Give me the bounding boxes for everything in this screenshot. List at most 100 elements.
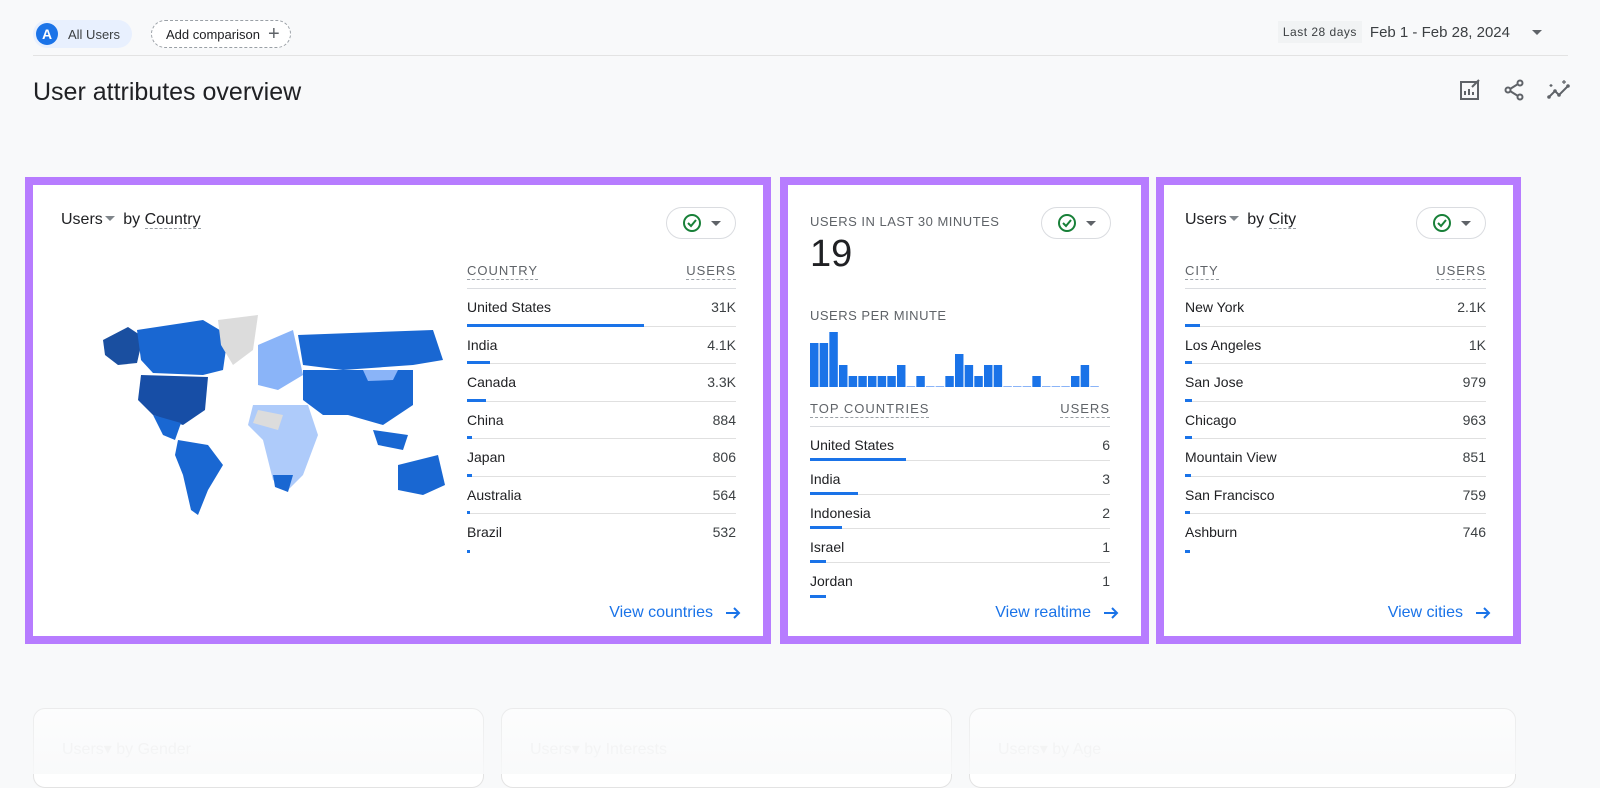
table-row[interactable]: Australia 564 (467, 477, 736, 514)
row-name: Ashburn (1185, 524, 1238, 540)
customize-report-icon[interactable] (1458, 78, 1482, 102)
chart-bar[interactable] (964, 365, 974, 387)
view-countries-label: View countries (609, 604, 713, 621)
row-name: Jordan (810, 573, 853, 589)
table-row[interactable]: United States 31K (467, 289, 736, 327)
chart-bar-empty[interactable] (1003, 386, 1012, 387)
chart-bar[interactable] (858, 376, 867, 387)
world-map[interactable] (93, 315, 463, 525)
map-region-russia (298, 330, 443, 370)
data-quality-button[interactable] (1416, 207, 1486, 239)
chart-bar-empty[interactable] (1051, 386, 1061, 387)
column-header-top-countries[interactable]: TOP COUNTRIES (810, 401, 930, 418)
row-value: 851 (1462, 449, 1486, 465)
metric-selector[interactable]: Users (61, 211, 103, 228)
row-name: United States (467, 299, 552, 315)
table-row[interactable]: Jordan 1 (810, 563, 1110, 598)
chart-bar[interactable] (984, 365, 993, 387)
table-row[interactable]: San Jose 979 (1185, 364, 1486, 402)
chart-bar-empty[interactable] (1042, 386, 1051, 387)
chart-bar[interactable] (916, 376, 925, 387)
table-row[interactable]: New York 2.1K (1185, 289, 1486, 327)
column-header-country[interactable]: COUNTRY (467, 263, 539, 280)
chart-bar[interactable] (829, 332, 838, 387)
table-row[interactable]: Mountain View 851 (1185, 439, 1486, 477)
dimension-selector[interactable]: City (1268, 211, 1297, 229)
row-share-bar (810, 595, 827, 598)
share-icon[interactable] (1502, 78, 1526, 102)
realtime-title: USERS IN LAST 30 MINUTES (810, 214, 1000, 229)
chart-bar-empty[interactable] (935, 386, 945, 387)
data-quality-button[interactable] (666, 207, 736, 239)
table-row[interactable]: India 3 (810, 461, 1110, 495)
chart-bar[interactable] (868, 376, 877, 387)
table-row[interactable]: Ashburn 746 (1185, 514, 1486, 553)
chart-bar[interactable] (887, 376, 896, 387)
row-value: 1 (1102, 573, 1110, 589)
dimension-selector[interactable]: Country (144, 211, 201, 229)
row-value: 759 (1462, 486, 1486, 503)
chart-bar[interactable] (848, 376, 858, 387)
view-countries-link[interactable]: View countries (609, 604, 741, 622)
table-row[interactable]: Israel 1 (810, 529, 1110, 563)
chart-bar[interactable] (1032, 376, 1041, 387)
chart-bar-empty[interactable] (906, 386, 916, 387)
chevron-down-icon (1532, 29, 1542, 35)
table-row[interactable]: United States 6 (810, 427, 1110, 461)
chart-bar[interactable] (810, 343, 819, 387)
chart-bar-empty[interactable] (1022, 386, 1032, 387)
insights-icon[interactable] (1546, 78, 1570, 102)
row-value: 979 (1462, 374, 1486, 390)
row-value: 3 (1102, 471, 1110, 487)
map-region-sea (373, 430, 408, 450)
card-title: Users by Country (61, 211, 201, 229)
map-region-usa (138, 375, 208, 425)
table-row[interactable]: Los Angeles 1K (1185, 327, 1486, 364)
chart-bar[interactable] (945, 376, 954, 387)
segment-chip-all-users[interactable]: A All Users (33, 20, 133, 48)
view-realtime-link[interactable]: View realtime (995, 604, 1119, 622)
table-row[interactable]: San Francisco 759 (1185, 477, 1486, 514)
chart-bar-empty[interactable] (1090, 386, 1099, 387)
table-row[interactable]: Chicago 963 (1185, 402, 1486, 439)
column-header-users[interactable]: USERS (686, 263, 736, 280)
data-quality-button[interactable] (1041, 207, 1111, 239)
table-row[interactable]: Indonesia 2 (810, 495, 1110, 529)
table-row[interactable]: Brazil 532 (467, 514, 736, 553)
date-range-picker[interactable]: Last 28 days Feb 1 - Feb 28, 2024 (1277, 21, 1568, 43)
chart-bar[interactable] (1071, 376, 1080, 387)
table-row[interactable]: India 4.1K (467, 327, 736, 364)
row-value: 1K (1468, 336, 1486, 353)
table-row[interactable]: China 884 (467, 402, 736, 439)
add-comparison-button[interactable]: Add comparison + (151, 20, 291, 48)
caret-down-icon (1460, 220, 1471, 226)
row-value: 532 (712, 524, 736, 540)
column-header-users[interactable]: USERS (1060, 401, 1110, 418)
chart-bar[interactable] (1080, 365, 1090, 387)
chart-bar[interactable] (839, 365, 848, 387)
chart-bar[interactable] (993, 365, 1003, 387)
row-name: Indonesia (810, 505, 871, 521)
row-value: 31K (711, 299, 736, 315)
metric-selector[interactable]: Users (1185, 211, 1227, 228)
row-name: Japan (467, 449, 506, 465)
column-header-users[interactable]: USERS (1436, 263, 1486, 280)
chart-bar[interactable] (897, 365, 906, 387)
view-cities-link[interactable]: View cities (1388, 604, 1491, 622)
table-row[interactable]: Canada 3.3K (467, 364, 736, 402)
caret-down-icon[interactable] (1228, 215, 1239, 221)
chart-bar[interactable] (819, 343, 829, 387)
caret-down-icon (1085, 220, 1096, 226)
chart-bar[interactable] (955, 354, 964, 387)
caret-down-icon[interactable] (104, 215, 115, 221)
table-row[interactable]: Japan 806 (467, 439, 736, 477)
users-by-country-card: Users by Country COUNTRY USERS United St… (25, 177, 771, 644)
map-region-south-africa (273, 475, 293, 492)
chart-bar[interactable] (974, 376, 983, 387)
chart-bar-empty[interactable] (1013, 386, 1022, 387)
row-name: China (467, 411, 504, 428)
chart-bar-empty[interactable] (1061, 386, 1070, 387)
chart-bar[interactable] (877, 376, 887, 387)
chart-bar-empty[interactable] (926, 386, 935, 387)
column-header-city[interactable]: CITY (1185, 263, 1219, 280)
